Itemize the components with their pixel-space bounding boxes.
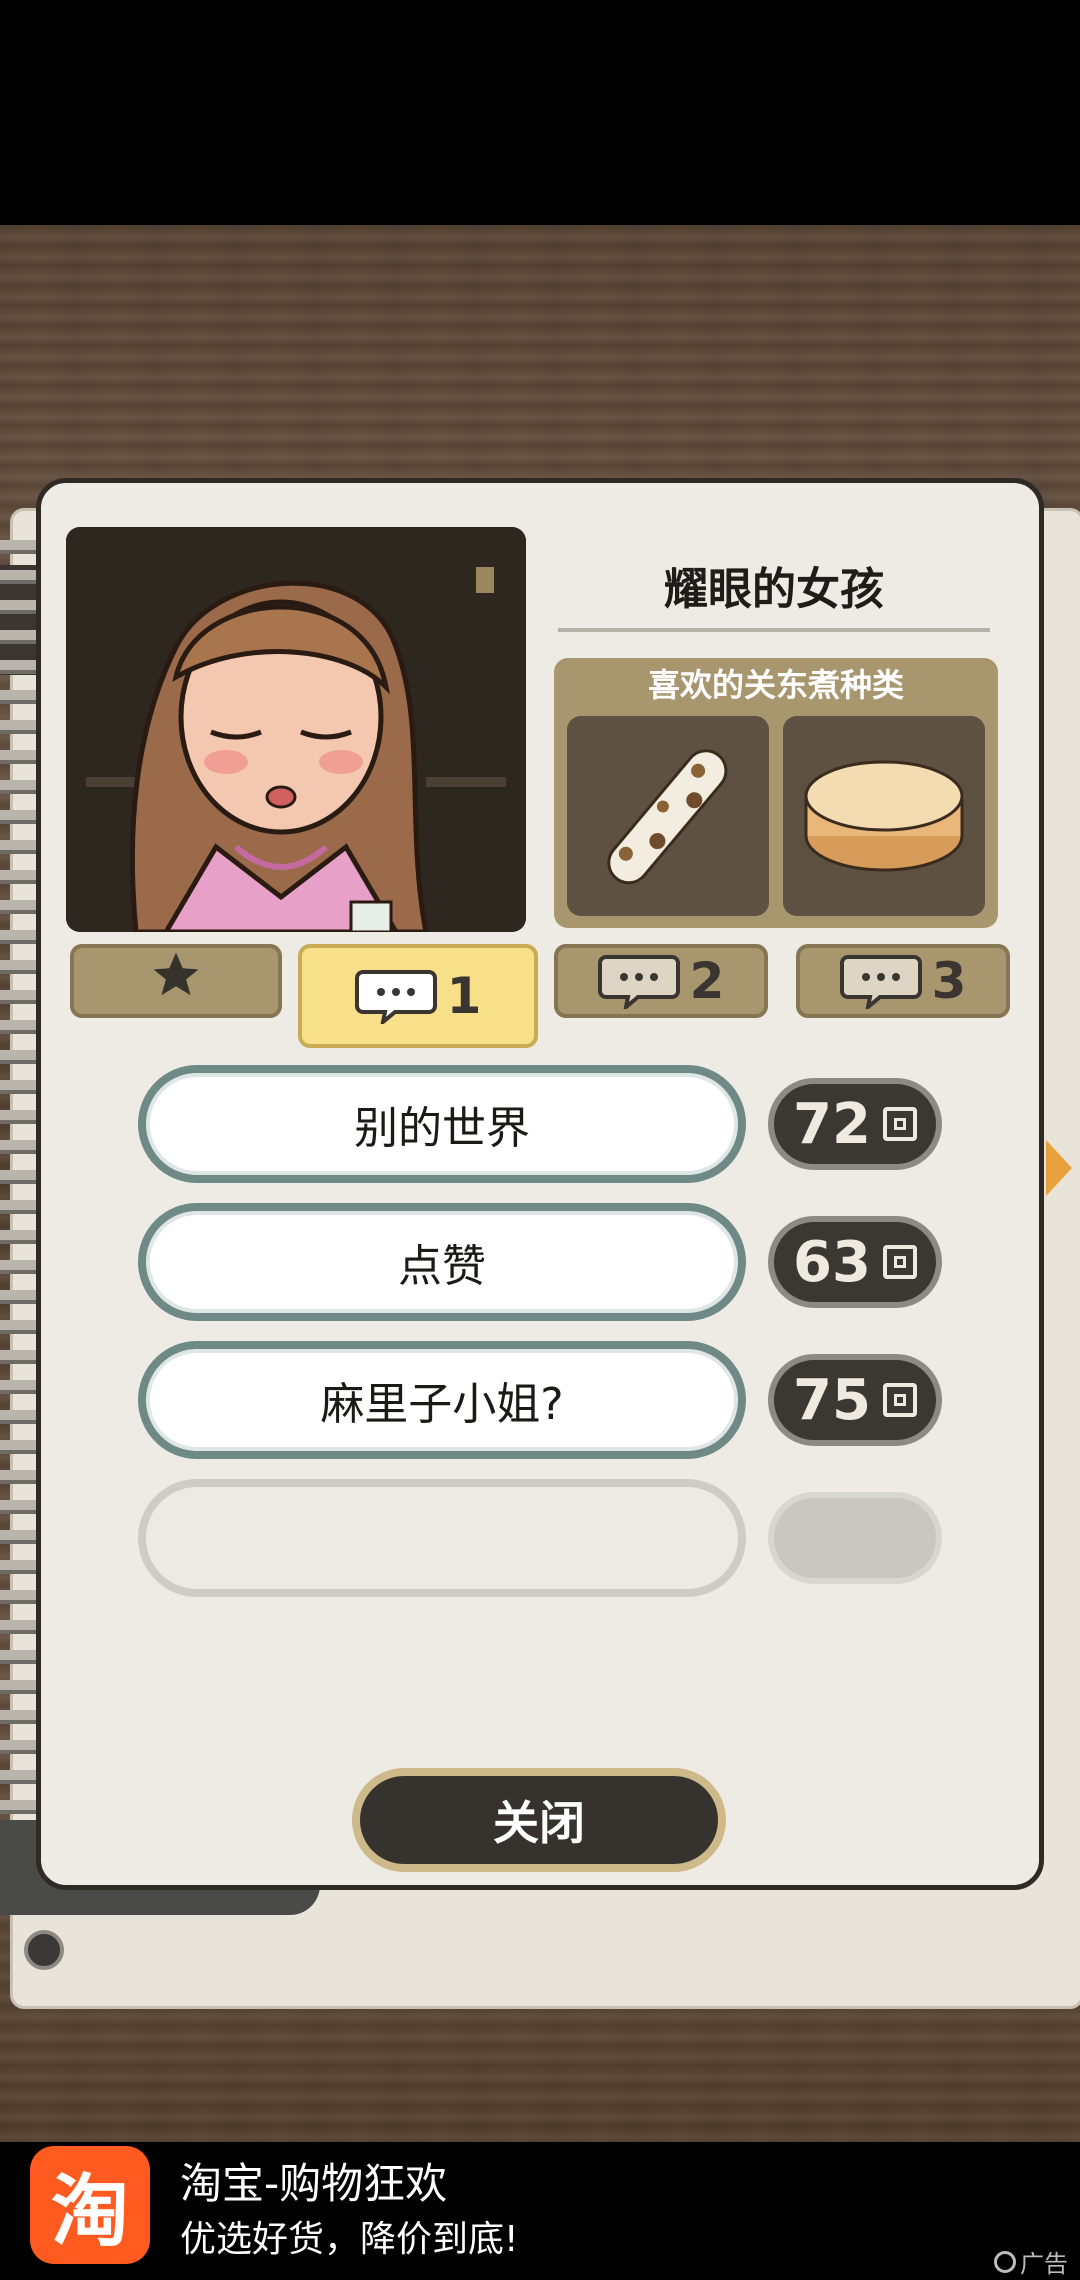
character-portrait: [66, 527, 526, 932]
tab-number: 3: [931, 952, 967, 1010]
notebook-spiral: [0, 540, 36, 1820]
count-value: 63: [793, 1229, 871, 1295]
topic-button-3[interactable]: 麻里子小姐?: [138, 1341, 746, 1459]
taobao-logo[interactable]: 淘: [30, 2146, 150, 2264]
speech-bubble-icon: [597, 953, 680, 1013]
name-divider: [558, 628, 990, 632]
pin-icon: [24, 1930, 64, 1970]
daikon-icon: [783, 716, 985, 916]
topic-button-2[interactable]: 点赞: [138, 1203, 746, 1321]
favorite-oden-title: 喜欢的关东煮种类: [647, 666, 904, 704]
times-unit-icon: [882, 1107, 917, 1141]
chikuwa-icon: [567, 716, 769, 916]
topic-button-empty: [138, 1479, 746, 1597]
tab-conversation-3[interactable]: 3: [796, 944, 1010, 1018]
ad-subtitle[interactable]: 优选好货，降价到底!: [180, 2210, 518, 2262]
topic-count-3: 75: [768, 1354, 942, 1446]
count-value: 72: [793, 1091, 871, 1157]
tab-number: 1: [446, 967, 482, 1025]
star-icon: [149, 948, 203, 1014]
next-page-arrow-icon[interactable]: [1046, 1140, 1072, 1196]
ad-label: 广告: [994, 2244, 1068, 2279]
topic-count-2: 63: [768, 1216, 942, 1308]
tab-favorite[interactable]: [70, 944, 282, 1018]
speech-bubble-icon: [354, 968, 437, 1028]
ad-tag-text: 广告: [1020, 2250, 1068, 2278]
tab-conversation-2[interactable]: 2: [554, 944, 768, 1018]
times-unit-icon: [882, 1383, 917, 1417]
topic-count-1: 72: [768, 1078, 942, 1170]
character-name: 耀眼的女孩: [664, 564, 884, 615]
speech-bubble-icon: [839, 953, 922, 1013]
tab-number: 2: [689, 952, 725, 1010]
topic-button-1[interactable]: 别的世界: [138, 1065, 746, 1183]
topic-count-empty: [768, 1492, 942, 1584]
ad-banner[interactable]: [0, 2142, 1080, 2280]
ad-info-icon: [994, 2250, 1016, 2273]
close-button[interactable]: 关闭: [352, 1768, 726, 1872]
count-value: 75: [793, 1367, 871, 1433]
ad-title[interactable]: 淘宝-购物狂欢: [180, 2150, 447, 2211]
tab-conversation-1[interactable]: 1: [298, 944, 538, 1048]
times-unit-icon: [882, 1245, 917, 1279]
status-bar-area: [0, 0, 1080, 225]
